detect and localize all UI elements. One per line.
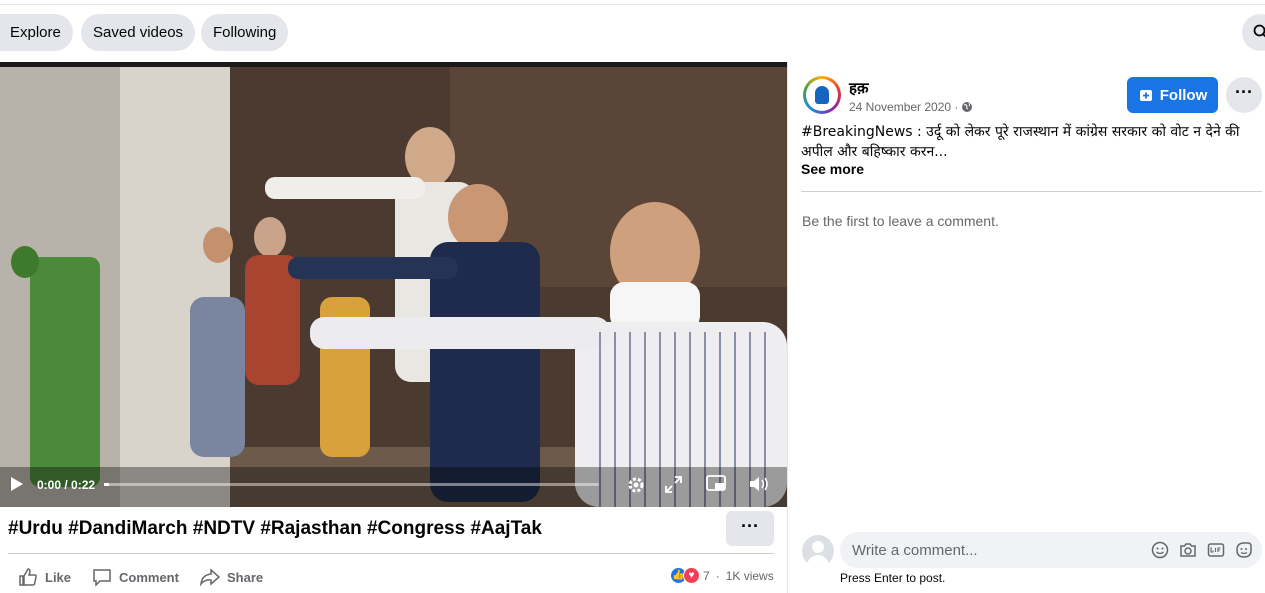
gif-icon[interactable]: [1207, 541, 1225, 559]
thumbs-up-icon: [19, 568, 37, 586]
page-more-button[interactable]: ···: [1226, 77, 1262, 113]
page-name[interactable]: हक़: [849, 78, 869, 98]
post-date-text: 24 November 2020 ·: [849, 100, 959, 114]
expand-icon: [665, 476, 682, 493]
avatar-head: [812, 541, 824, 553]
video-time: 0:00 / 0:22: [37, 478, 96, 492]
user-avatar[interactable]: [802, 535, 834, 567]
search-button[interactable]: [1242, 14, 1265, 51]
post-more-button[interactable]: ···: [726, 511, 774, 546]
empty-comments-message: Be the first to leave a comment.: [802, 213, 999, 229]
top-divider: [0, 4, 1265, 5]
emoji-icon[interactable]: [1151, 541, 1169, 559]
share-label: Share: [227, 569, 264, 585]
view-count: 1K views: [725, 568, 774, 583]
video-progress-fill: [104, 483, 109, 486]
tab-explore[interactable]: Explore: [0, 14, 73, 51]
video-frame: [0, 67, 787, 507]
play-button[interactable]: [10, 476, 24, 495]
post-date[interactable]: 24 November 2020 ·: [849, 100, 973, 114]
share-button[interactable]: Share: [200, 566, 263, 588]
gear-icon: [628, 477, 644, 493]
page-avatar[interactable]: [803, 76, 841, 114]
fullscreen-button[interactable]: [665, 476, 682, 496]
reaction-count: 7: [703, 568, 710, 583]
comment-label: Comment: [119, 569, 179, 585]
follow-icon: [1139, 90, 1152, 101]
video-progress-bar[interactable]: [104, 483, 599, 486]
search-icon: [1253, 24, 1265, 38]
comment-composer: [840, 532, 1262, 568]
speaker-icon: [750, 477, 768, 491]
love-reaction-icon: ♥: [683, 567, 700, 584]
comment-button[interactable]: Comment: [92, 566, 179, 588]
page-avatar-ring: [806, 79, 838, 111]
tab-saved-videos[interactable]: Saved videos: [81, 14, 196, 51]
volume-button[interactable]: [748, 475, 770, 496]
play-icon: [11, 477, 23, 491]
follow-label: Follow: [1159, 86, 1208, 104]
sidebar-border: [787, 62, 788, 593]
comment-input[interactable]: [852, 532, 1142, 568]
see-more-link[interactable]: See more: [801, 161, 864, 177]
settings-button[interactable]: [626, 475, 646, 498]
like-label: Like: [45, 569, 72, 585]
sidebar-divider: [801, 191, 1262, 192]
camera-icon[interactable]: [1179, 541, 1197, 559]
tab-following[interactable]: Following: [201, 14, 289, 51]
follow-button[interactable]: Follow: [1127, 77, 1218, 113]
post-caption: #BreakingNews : उर्दू को लेकर पूरे राजस्…: [801, 124, 1240, 160]
share-icon: [200, 568, 220, 587]
top-nav: Explore Saved videos Following: [0, 0, 1265, 62]
globe-icon: [962, 102, 973, 112]
page-avatar-logo: [815, 86, 829, 104]
reaction-summary[interactable]: 👍 ♥ 7 · 1K views: [670, 567, 774, 584]
like-button[interactable]: Like: [18, 566, 71, 588]
avatar-body: [807, 555, 829, 567]
comment-icon: [93, 569, 111, 587]
enter-to-post-hint: Press Enter to post.: [840, 571, 946, 585]
dot-separator: ·: [715, 568, 720, 583]
post-title: #Urdu #DandiMarch #NDTV #Rajasthan #Cong…: [8, 518, 542, 539]
picture-in-picture-icon: [706, 475, 726, 491]
post-divider: [8, 553, 774, 554]
sticker-icon[interactable]: [1235, 541, 1253, 559]
video-player[interactable]: 0:00 / 0:22: [0, 62, 787, 507]
miniplayer-button[interactable]: [706, 475, 726, 496]
